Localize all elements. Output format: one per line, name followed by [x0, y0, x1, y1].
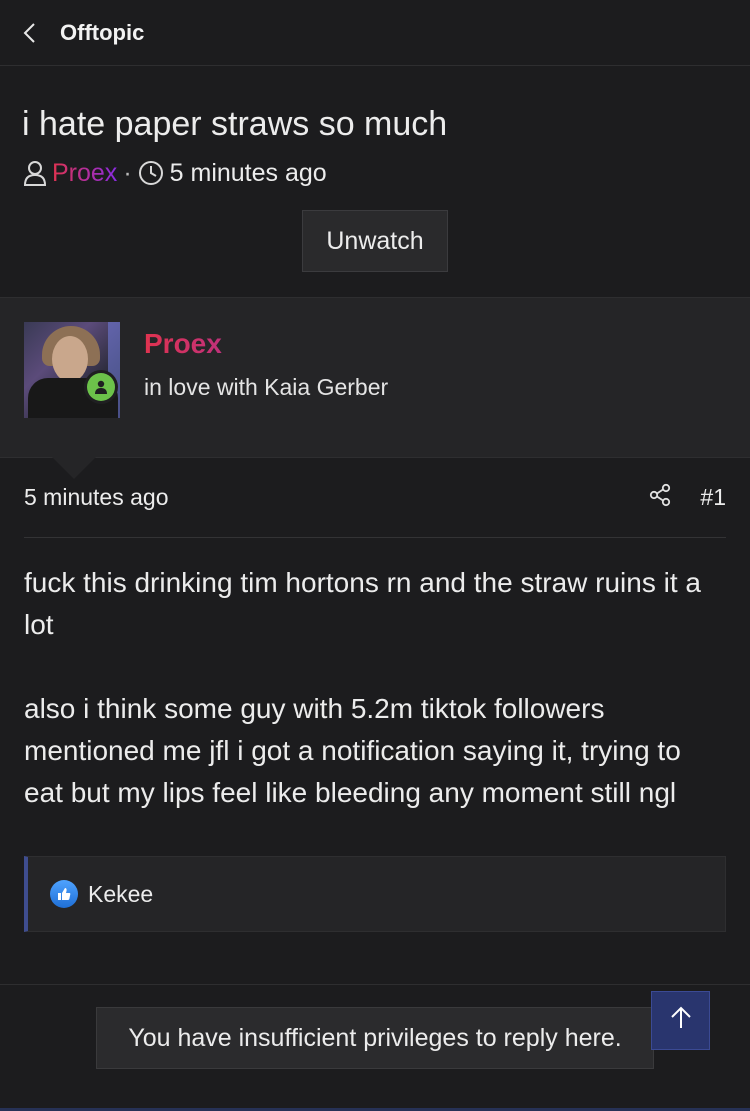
post-number-link[interactable]: #1 [700, 484, 726, 511]
thumbs-up-icon [50, 880, 78, 908]
user-block-pointer [52, 457, 96, 479]
chevron-left-icon[interactable] [22, 22, 44, 44]
thread-header: i hate paper straws so much Proex · 5 mi… [0, 66, 750, 298]
post-body: fuck this drinking tim hortons rn and th… [24, 538, 726, 814]
clock-icon [138, 160, 164, 186]
scroll-to-top-button[interactable] [651, 991, 710, 1050]
thread-meta: Proex · 5 minutes ago [22, 158, 728, 188]
share-icon[interactable] [648, 483, 672, 512]
reaction-users[interactable]: Kekee [88, 881, 153, 908]
user-icon [22, 160, 48, 186]
user-title: in love with Kaia Gerber [144, 374, 389, 400]
thread-author-link[interactable]: Proex [52, 159, 117, 188]
divider [0, 984, 750, 985]
thread-time[interactable]: 5 minutes ago [170, 159, 327, 188]
reply-permission-notice: You have insufficient privileges to repl… [96, 1007, 654, 1069]
post-header: 5 minutes ago #1 [24, 458, 726, 538]
post-paragraph: also i think some guy with 5.2m tiktok f… [24, 693, 681, 808]
meta-separator: · [123, 158, 132, 187]
thread-title: i hate paper straws so much [22, 105, 448, 143]
post-paragraph: fuck this drinking tim hortons rn and th… [24, 567, 701, 640]
top-bar: Offtopic [0, 0, 750, 66]
unwatch-button[interactable]: Unwatch [302, 210, 448, 272]
arrow-up-icon [668, 1005, 694, 1036]
forum-title[interactable]: Offtopic [60, 20, 144, 46]
post-username[interactable]: Proex [144, 328, 388, 360]
post-time[interactable]: 5 minutes ago [24, 484, 168, 511]
online-status-icon [84, 370, 118, 404]
reactions-bar[interactable]: Kekee [24, 856, 726, 932]
post: 5 minutes ago #1 fuck this drinking tim … [0, 458, 750, 932]
post-user-block: Proex in love with Kaia Gerber [0, 298, 750, 479]
